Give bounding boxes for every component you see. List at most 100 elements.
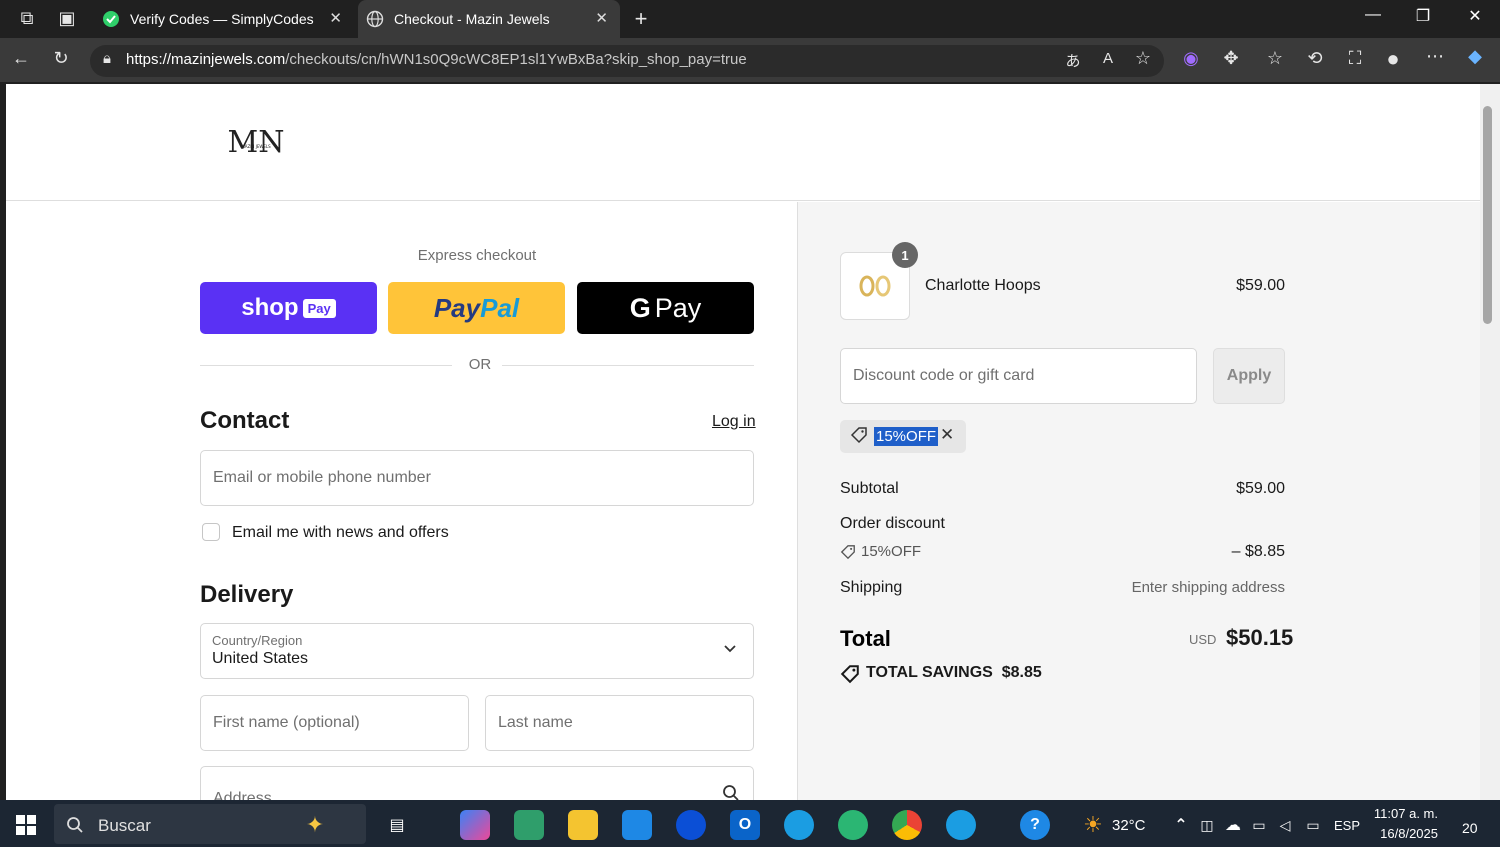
remove-code-icon[interactable]: ✕: [940, 425, 954, 445]
copilot-icon[interactable]: ◆: [1462, 46, 1488, 67]
help-icon[interactable]: ?: [1020, 810, 1050, 840]
apply-button[interactable]: Apply: [1213, 348, 1285, 404]
taskbar-search-text: Buscar: [98, 816, 151, 835]
task-view-icon[interactable]: ▤: [382, 810, 412, 840]
workspaces-icon[interactable]: ⧉: [14, 8, 40, 29]
newsletter-label: Email me with news and offers: [232, 524, 449, 541]
search-icon: [723, 785, 739, 800]
product-price: $59.00: [1236, 277, 1285, 294]
first-name-input[interactable]: [201, 696, 468, 750]
discount-value: – $8.85: [1231, 543, 1285, 560]
network-icon[interactable]: ▭: [1298, 810, 1328, 840]
address-field[interactable]: [200, 766, 754, 800]
subtotal-label: Subtotal: [840, 480, 899, 497]
volume-icon[interactable]: ◁: [1270, 810, 1300, 840]
divider-left: [200, 365, 452, 366]
site-info-icon[interactable]: 🔒︎: [94, 50, 120, 67]
shop-pay-badge: Pay: [302, 298, 336, 318]
savings-tag-icon: [840, 665, 859, 684]
weather-temperature: 32°C: [1112, 817, 1146, 834]
copilot-app-icon[interactable]: [460, 810, 490, 840]
tab-actions-icon[interactable]: ▣: [54, 8, 80, 29]
tab-title: Checkout - Mazin Jewels: [394, 11, 550, 27]
weather-icon[interactable]: ☀: [1078, 810, 1108, 840]
paypal-text-pay: Pay: [433, 292, 481, 323]
clock-date[interactable]: 16/8/2025: [1368, 826, 1438, 841]
history-icon[interactable]: ⟲: [1302, 48, 1328, 69]
login-link[interactable]: Log in: [712, 413, 756, 431]
app-icon[interactable]: [676, 810, 706, 840]
clock-time[interactable]: 11:07 a. m.: [1368, 806, 1438, 821]
email-input[interactable]: [201, 451, 753, 505]
order-discount-label: Order discount: [840, 515, 945, 532]
scrollbar-thumb[interactable]: [1483, 106, 1492, 324]
close-window-icon[interactable]: ✕: [1460, 6, 1490, 26]
email-field[interactable]: [200, 450, 754, 506]
app-icon[interactable]: [514, 810, 544, 840]
favorite-star-icon[interactable]: ☆: [1130, 48, 1156, 69]
tab-title: Verify Codes — SimplyCodes: [130, 11, 314, 27]
windows-start-icon[interactable]: [16, 815, 36, 835]
minimize-icon[interactable]: —: [1358, 6, 1388, 24]
total-currency: USD: [1189, 632, 1217, 647]
url-text[interactable]: https://mazinjewels.com/checkouts/cn/hWN…: [126, 51, 747, 68]
country-label: Country/Region: [212, 633, 303, 648]
delivery-heading: Delivery: [200, 581, 294, 608]
store-logo[interactable]: MN MAZIN JEWELS: [216, 124, 296, 164]
outlook-icon[interactable]: O: [730, 810, 760, 840]
tab-simplycodes[interactable]: Verify Codes — SimplyCodes ✕: [90, 0, 354, 38]
back-icon[interactable]: ←: [8, 48, 34, 69]
google-pay-button[interactable]: G Pay: [577, 282, 754, 334]
file-explorer-icon[interactable]: [568, 810, 598, 840]
extension-icon[interactable]: ◉: [1178, 48, 1204, 69]
country-value: United States: [212, 650, 309, 667]
tab-checkout[interactable]: Checkout - Mazin Jewels ✕: [358, 0, 620, 38]
read-aloud-icon[interactable]: A: [1095, 50, 1121, 67]
copilot-sparkle-icon[interactable]: ✦: [300, 810, 330, 840]
search-icon: [67, 817, 83, 833]
tag-icon: [850, 427, 867, 444]
edge-icon[interactable]: [838, 810, 868, 840]
last-name-field[interactable]: [485, 695, 754, 751]
shipping-label: Shipping: [840, 579, 903, 596]
restore-icon[interactable]: ❐: [1408, 6, 1438, 26]
edge-active-icon[interactable]: [946, 810, 976, 840]
notification-count[interactable]: 20: [1462, 820, 1478, 836]
store-header: MN MAZIN JEWELS: [6, 84, 1480, 201]
hoop-earrings-image: [859, 275, 891, 297]
checkout-page: MN MAZIN JEWELS Express checkout shop Pa…: [6, 84, 1480, 800]
new-tab-icon[interactable]: +: [628, 6, 654, 32]
url-host: https://mazinjewels.com: [126, 51, 286, 68]
refresh-icon[interactable]: ↻: [48, 48, 74, 69]
paypal-text-pal: Pal: [480, 292, 520, 323]
paypal-button[interactable]: Pay Pal: [388, 282, 565, 334]
store-icon[interactable]: [622, 810, 652, 840]
extensions-puzzle-icon[interactable]: ✥: [1218, 48, 1244, 69]
logo-letters: MN: [228, 125, 285, 160]
shop-pay-text: shop: [241, 294, 299, 321]
first-name-field[interactable]: [200, 695, 469, 751]
or-separator: OR: [468, 356, 492, 373]
globe-icon: [366, 10, 384, 28]
favorites-icon[interactable]: ☆: [1262, 48, 1288, 69]
discount-code-label: 15%OFF: [861, 543, 922, 560]
last-name-input[interactable]: [486, 696, 753, 750]
discount-field[interactable]: [840, 348, 1197, 404]
shop-pay-button[interactable]: shop Pay: [200, 282, 377, 334]
edge-icon[interactable]: [784, 810, 814, 840]
logo-subtext: MAZIN JEWELS: [241, 144, 271, 149]
chrome-icon[interactable]: [892, 810, 922, 840]
close-tab-icon[interactable]: ✕: [595, 10, 608, 28]
language-indicator[interactable]: ESP: [1334, 818, 1360, 833]
translate-icon[interactable]: あ: [1060, 50, 1086, 71]
address-input[interactable]: [201, 767, 753, 800]
screenshot-icon[interactable]: ⛶: [1342, 48, 1368, 69]
newsletter-checkbox[interactable]: [202, 523, 220, 541]
discount-input[interactable]: [841, 349, 1196, 403]
product-name: Charlotte Hoops: [925, 277, 1041, 294]
profile-avatar[interactable]: ●: [1380, 46, 1406, 72]
shipping-value: Enter shipping address: [1131, 579, 1285, 596]
more-options-icon[interactable]: ⋯: [1422, 46, 1448, 67]
close-tab-icon[interactable]: ✕: [329, 10, 342, 28]
chevron-down-icon: [724, 645, 736, 653]
